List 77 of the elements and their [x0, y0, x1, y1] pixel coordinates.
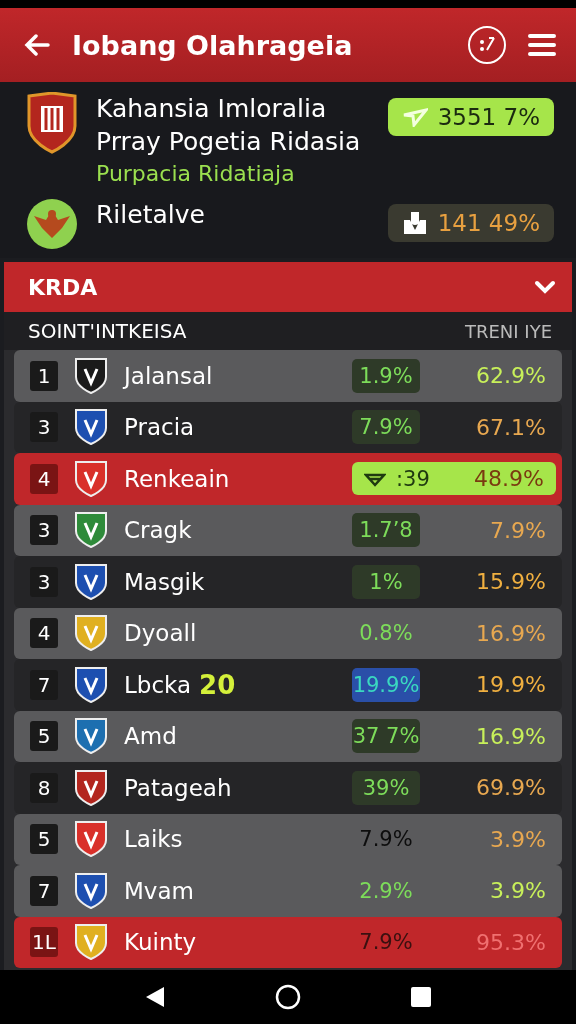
team-name: Kahansia Imloralia	[96, 93, 328, 125]
team-name: Masgik	[124, 568, 205, 595]
trend-value: 48.9%	[474, 466, 544, 492]
team-name: Cragk	[124, 517, 192, 544]
standings-row[interactable]: 5 Amd 37 7% 16.9%	[14, 710, 562, 762]
change-value: 2.9%	[359, 878, 413, 903]
column-header: SOINT'INTKEISA	[28, 319, 187, 343]
standings-row[interactable]: 4 Renkeain :39 48.9%	[14, 453, 562, 505]
app-title: Iobang Olahrageia	[72, 29, 354, 61]
trend-value: 19.9%	[475, 672, 546, 698]
trend-value: 62.9%	[475, 363, 546, 389]
change-value: 1.7’8	[359, 518, 413, 543]
change-value: 7.9%	[359, 930, 413, 955]
rank-number: 3	[30, 412, 58, 443]
arrow-icon	[401, 107, 428, 127]
standings-row[interactable]: 1 Jalansal 1.9% 62.9%	[14, 350, 562, 402]
rank-number: 4	[30, 618, 58, 649]
rank-number: 4	[30, 463, 58, 494]
standings-row[interactable]: 3 Masgik 1% 15.9%	[14, 556, 562, 608]
team-name: Riletalve	[96, 199, 206, 231]
standings-row[interactable]: 3 Pracia 7.9% 67.1%	[14, 401, 562, 453]
change-value: 7.9%	[359, 415, 413, 440]
team-subtitle: Purpacia Ridatiaja	[96, 160, 296, 188]
change-value: 1%	[369, 569, 403, 594]
team-name: Kuinty	[124, 929, 197, 956]
trend-value: 16.9%	[475, 620, 546, 646]
team-name: Pracia	[124, 414, 195, 441]
trend-value: 69.9%	[475, 775, 546, 801]
team-name: Lbcka	[124, 671, 192, 698]
menu-icon[interactable]	[528, 33, 556, 57]
rank-number: 7	[30, 669, 58, 700]
change-value: 37 7%	[352, 724, 420, 749]
rank-number: 7	[30, 875, 58, 906]
standings-row[interactable]: 7 Mvam 2.9% 3.9%	[14, 865, 562, 917]
rank-number: 3	[30, 515, 58, 546]
team-name: Amd	[124, 723, 177, 750]
trend-value: 3.9%	[489, 826, 546, 852]
rank-number: 1	[30, 360, 58, 391]
score-label: 20	[199, 669, 236, 700]
trend-value: 67.1%	[475, 414, 546, 440]
team-name: Jalansal	[124, 362, 213, 389]
standings-row[interactable]: 7 Lbcka 20 19.9% 19.9%	[14, 659, 562, 711]
team-name: Dyoall	[124, 620, 197, 647]
stat-badge: 3551 7%	[387, 98, 554, 136]
team-name: Laiks	[124, 826, 183, 853]
stat-badge: 141 49%	[387, 204, 554, 242]
home-icon[interactable]	[275, 984, 301, 1010]
rank-number: 5	[30, 824, 58, 855]
change-value: 19.9%	[352, 672, 420, 697]
recents-icon[interactable]	[409, 986, 432, 1008]
standings-row[interactable]: 4 Dyoall 0.8% 16.9%	[14, 607, 562, 659]
trend-value: 7.9%	[489, 517, 546, 543]
team-name: Mvam	[124, 877, 194, 904]
rank-number: 5	[30, 721, 58, 752]
team-name: Renkeain	[124, 465, 230, 492]
change-value: 39%	[362, 775, 410, 800]
team-name: Patageah	[124, 774, 232, 801]
standings-row[interactable]: 1L Kuinty 7.9% 95.3%	[14, 916, 562, 968]
change-value: 1.9%	[359, 363, 413, 388]
back-arrow-icon[interactable]	[24, 34, 50, 56]
change-value: 7.9%	[359, 827, 413, 852]
standings-row[interactable]: 8 Patageah 39% 69.9%	[14, 762, 562, 814]
team-name: Prray Pogetia Ridasia	[96, 126, 362, 158]
rank-number: 3	[30, 566, 58, 597]
rank-number: 8	[30, 772, 58, 803]
section-header[interactable]: KRDA	[4, 262, 572, 312]
change-value: :39	[396, 466, 431, 491]
column-header: TRENI IYE	[464, 320, 552, 342]
back-icon[interactable]	[144, 985, 167, 1009]
trend-value: 16.9%	[475, 723, 546, 749]
trend-value: 3.9%	[489, 878, 546, 904]
standings-row[interactable]: 5 Laiks 7.9% 3.9%	[14, 813, 562, 865]
trend-value: 15.9%	[475, 569, 546, 595]
rank-number: 1L	[30, 927, 58, 958]
standings-row[interactable]: 3 Cragk 1.7’8 7.9%	[14, 504, 562, 556]
change-value: 0.8%	[359, 621, 413, 646]
trend-value: 95.3%	[475, 929, 546, 955]
